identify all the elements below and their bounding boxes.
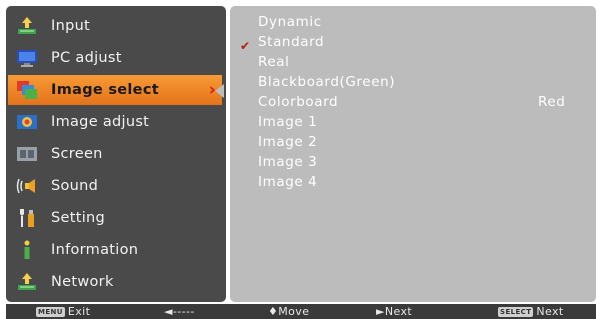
submenu-item-real[interactable]: Real	[258, 54, 290, 74]
sound-icon	[14, 175, 40, 197]
input-icon	[14, 15, 40, 37]
menu-item-network[interactable]: Network	[6, 267, 226, 297]
image-adjust-icon	[14, 111, 40, 133]
main-menu: Input PC adjust Image select › Image adj…	[6, 6, 226, 302]
submenu-item-image-3[interactable]: Image 3	[258, 154, 317, 174]
menu-item-image-adjust[interactable]: Image adjust	[6, 107, 226, 137]
menu-item-label: Input	[51, 18, 91, 34]
menu-item-label: Setting	[51, 210, 106, 226]
menu-item-label: Image adjust	[51, 114, 150, 130]
select-key-icon: SELECT	[498, 306, 534, 317]
image-select-submenu: ✔ Dynamic Standard Real Blackboard(Green…	[230, 6, 596, 302]
menu-item-label: Screen	[51, 146, 103, 162]
menu-item-setting[interactable]: Setting	[6, 203, 226, 233]
menu-item-image-select[interactable]: Image select ›	[8, 75, 222, 105]
move-hint: ♦Move	[268, 304, 310, 318]
menu-item-label: PC adjust	[51, 50, 122, 66]
next-hint: ►Next	[376, 304, 413, 318]
screen-icon	[14, 143, 40, 165]
submenu-item-dynamic[interactable]: Dynamic	[258, 14, 322, 34]
network-icon	[14, 271, 40, 293]
menu-item-label: Information	[51, 242, 139, 258]
menu-key-icon: MENU	[36, 306, 65, 317]
menu-item-screen[interactable]: Screen	[6, 139, 226, 169]
menu-item-sound[interactable]: Sound	[6, 171, 226, 201]
exit-hint: MENU Exit	[36, 304, 90, 319]
colorboard-value: Red	[538, 94, 566, 110]
select-label: Next	[536, 304, 564, 318]
menu-item-pc-adjust[interactable]: PC adjust	[6, 43, 226, 73]
image-select-icon	[14, 79, 40, 101]
information-icon	[14, 239, 40, 261]
help-bar: MENU Exit ◄----- ♦Move ►Next SELECT Next	[6, 304, 596, 319]
pc-adjust-icon	[14, 47, 40, 69]
select-hint: SELECT Next	[498, 304, 564, 319]
menu-item-label: Sound	[51, 178, 99, 194]
check-icon: ✔	[240, 39, 251, 53]
submenu-item-image-1[interactable]: Image 1	[258, 114, 317, 134]
submenu-item-image-4[interactable]: Image 4	[258, 174, 317, 194]
menu-item-information[interactable]: Information	[6, 235, 226, 265]
setting-icon	[14, 207, 40, 229]
submenu-item-blackboard-green[interactable]: Blackboard(Green)	[258, 74, 395, 94]
menu-item-input[interactable]: Input	[6, 11, 226, 41]
submenu-item-image-2[interactable]: Image 2	[258, 134, 317, 154]
projector-osd: Input PC adjust Image select › Image adj…	[0, 0, 602, 319]
menu-item-label: Image select	[51, 82, 159, 98]
selection-pointer	[215, 84, 224, 98]
submenu-item-standard[interactable]: Standard	[258, 34, 324, 54]
exit-label: Exit	[67, 304, 91, 318]
back-hint: ◄-----	[164, 304, 195, 318]
submenu-item-colorboard[interactable]: Colorboard	[258, 94, 338, 114]
menu-item-label: Network	[51, 274, 114, 290]
